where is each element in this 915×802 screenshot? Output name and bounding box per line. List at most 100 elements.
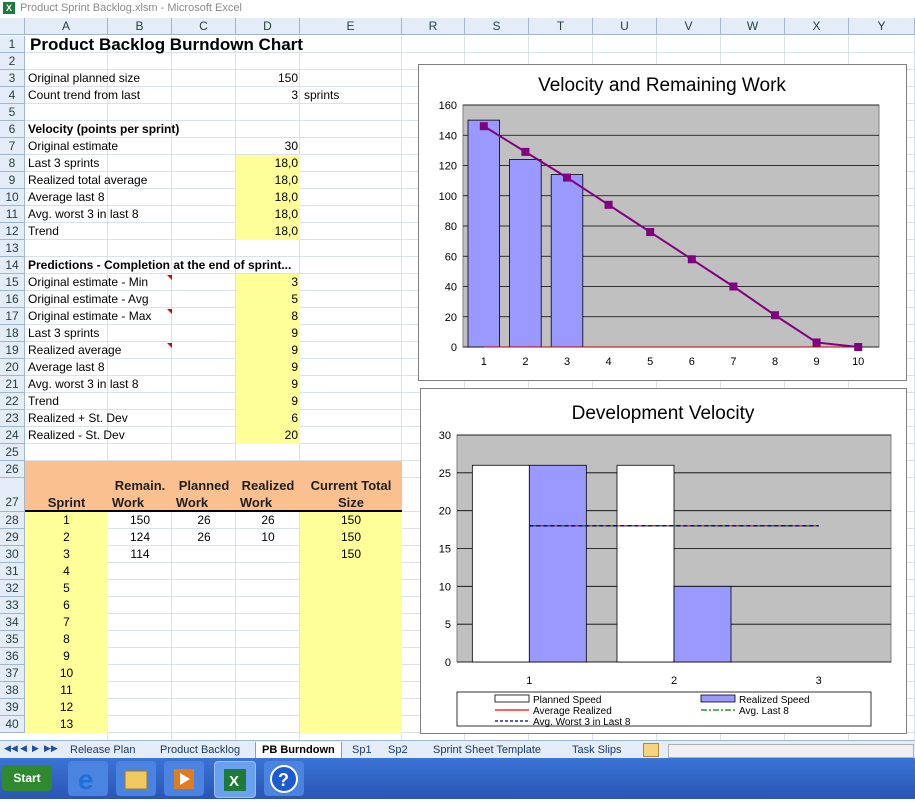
- prediction-value[interactable]: 6: [236, 410, 298, 427]
- last-sheet-nav-icon[interactable]: ▶▶: [44, 743, 58, 754]
- header-total-line1[interactable]: Current Total: [300, 477, 402, 494]
- sprint-cell[interactable]: 2: [25, 529, 108, 546]
- row-header-14[interactable]: 14: [0, 257, 25, 274]
- column-header-w[interactable]: W: [721, 18, 785, 35]
- velocity-label[interactable]: Last 3 sprints: [28, 155, 99, 172]
- original-planned-size-value[interactable]: 150: [236, 70, 298, 87]
- row-header-22[interactable]: 22: [0, 393, 25, 410]
- prediction-value[interactable]: 9: [236, 376, 298, 393]
- worksheet[interactable]: ABCDERSTUVWXY Product Backlog Burndown C…: [0, 18, 915, 740]
- row-header-21[interactable]: 21: [0, 376, 25, 393]
- count-trend-unit[interactable]: sprints: [304, 87, 339, 104]
- prediction-label[interactable]: Realized average: [28, 342, 121, 359]
- row-header-5[interactable]: 5: [0, 104, 25, 121]
- row-header-27[interactable]: 27: [0, 478, 25, 512]
- sheet-tab-sp1[interactable]: Sp1: [346, 742, 378, 758]
- remain-work-cell[interactable]: 150: [108, 512, 172, 529]
- sprint-cell[interactable]: 11: [25, 682, 108, 699]
- count-trend-label[interactable]: Count trend from last: [28, 87, 140, 104]
- velocity-label[interactable]: Trend: [28, 223, 59, 240]
- planned-work-cell[interactable]: 26: [172, 512, 236, 529]
- sprint-cell[interactable]: 6: [25, 597, 108, 614]
- column-header-s[interactable]: S: [465, 18, 529, 35]
- file-explorer-icon[interactable]: [116, 761, 156, 796]
- prediction-value[interactable]: 3: [236, 274, 298, 291]
- column-header-a[interactable]: A: [25, 18, 108, 35]
- prediction-value[interactable]: 9: [236, 325, 298, 342]
- realized-work-cell[interactable]: 10: [236, 529, 300, 546]
- row-header-24[interactable]: 24: [0, 427, 25, 444]
- comment-indicator-icon[interactable]: [167, 275, 172, 280]
- prediction-value[interactable]: 9: [236, 342, 298, 359]
- prediction-value[interactable]: 5: [236, 291, 298, 308]
- row-header-19[interactable]: 19: [0, 342, 25, 359]
- sheet-tab-product-backlog[interactable]: Product Backlog: [154, 742, 246, 758]
- prev-sheet-nav-icon[interactable]: ◀: [20, 743, 27, 754]
- velocity-label[interactable]: Avg. worst 3 in last 8: [28, 206, 139, 223]
- row-header-10[interactable]: 10: [0, 189, 25, 206]
- header-realized-line1[interactable]: Realized: [236, 477, 300, 494]
- velocity-header[interactable]: Velocity (points per sprint): [28, 121, 179, 138]
- column-header-r[interactable]: R: [402, 18, 465, 35]
- comment-indicator-icon[interactable]: [167, 343, 172, 348]
- row-header-30[interactable]: 30: [0, 546, 25, 563]
- row-header-35[interactable]: 35: [0, 631, 25, 648]
- header-total-line2[interactable]: Size: [300, 494, 402, 511]
- total-size-cell[interactable]: 150: [300, 546, 402, 563]
- comment-indicator-icon[interactable]: [167, 309, 172, 314]
- media-player-icon[interactable]: [164, 761, 204, 796]
- column-header-t[interactable]: T: [529, 18, 593, 35]
- count-trend-value[interactable]: 3: [236, 87, 298, 104]
- original-planned-size-label[interactable]: Original planned size: [28, 70, 140, 87]
- next-sheet-nav-icon[interactable]: ▶: [32, 743, 39, 754]
- total-size-cell[interactable]: 150: [300, 512, 402, 529]
- column-header-x[interactable]: X: [785, 18, 849, 35]
- header-realized-line2[interactable]: Work: [236, 494, 276, 511]
- prediction-label[interactable]: Original estimate - Min: [28, 274, 148, 291]
- row-header-16[interactable]: 16: [0, 291, 25, 308]
- row-header-40[interactable]: 40: [0, 716, 25, 733]
- first-sheet-nav-icon[interactable]: ◀◀: [4, 743, 18, 754]
- row-header-1[interactable]: 1: [0, 36, 25, 53]
- row-header-36[interactable]: 36: [0, 648, 25, 665]
- column-header-b[interactable]: B: [108, 18, 172, 35]
- total-size-cell[interactable]: 150: [300, 529, 402, 546]
- row-header-29[interactable]: 29: [0, 529, 25, 546]
- sheet-tab-pb-burndown[interactable]: PB Burndown: [255, 742, 342, 758]
- prediction-label[interactable]: Average last 8: [28, 359, 105, 376]
- header-remain-line2[interactable]: Work: [108, 494, 148, 511]
- planned-work-cell[interactable]: 26: [172, 529, 236, 546]
- insert-sheet-icon[interactable]: [643, 743, 659, 757]
- internet-explorer-icon[interactable]: e: [68, 761, 108, 796]
- row-header-17[interactable]: 17: [0, 308, 25, 325]
- row-header-9[interactable]: 9: [0, 172, 25, 189]
- velocity-value[interactable]: 18,0: [236, 223, 298, 240]
- velocity-value[interactable]: 30: [236, 138, 298, 155]
- row-header-33[interactable]: 33: [0, 597, 25, 614]
- prediction-label[interactable]: Original estimate - Max: [28, 308, 151, 325]
- sheet-tab-sprint-sheet-template[interactable]: Sprint Sheet Template: [427, 742, 547, 758]
- row-header-32[interactable]: 32: [0, 580, 25, 597]
- velocity-value[interactable]: 18,0: [236, 172, 298, 189]
- column-header-v[interactable]: V: [657, 18, 721, 35]
- select-all-corner[interactable]: [0, 18, 25, 35]
- prediction-label[interactable]: Last 3 sprints: [28, 325, 99, 342]
- realized-work-cell[interactable]: 26: [236, 512, 300, 529]
- header-planned-line1[interactable]: Planned: [172, 477, 236, 494]
- velocity-label[interactable]: Average last 8: [28, 189, 105, 206]
- row-header-4[interactable]: 4: [0, 87, 25, 104]
- row-header-25[interactable]: 25: [0, 444, 25, 461]
- sprint-cell[interactable]: 4: [25, 563, 108, 580]
- sprint-cell[interactable]: 13: [25, 716, 108, 733]
- prediction-value[interactable]: 8: [236, 308, 298, 325]
- row-header-37[interactable]: 37: [0, 665, 25, 682]
- velocity-value[interactable]: 18,0: [236, 206, 298, 223]
- header-planned-line2[interactable]: Work: [172, 494, 212, 511]
- velocity-label[interactable]: Original estimate: [28, 138, 118, 155]
- prediction-label[interactable]: Trend: [28, 393, 59, 410]
- prediction-value[interactable]: 9: [236, 393, 298, 410]
- help-icon[interactable]: ?: [264, 761, 304, 796]
- prediction-label[interactable]: Realized + St. Dev: [28, 410, 128, 427]
- row-header-26[interactable]: 26: [0, 461, 25, 478]
- sheet-tab-release-plan[interactable]: Release Plan: [64, 742, 141, 758]
